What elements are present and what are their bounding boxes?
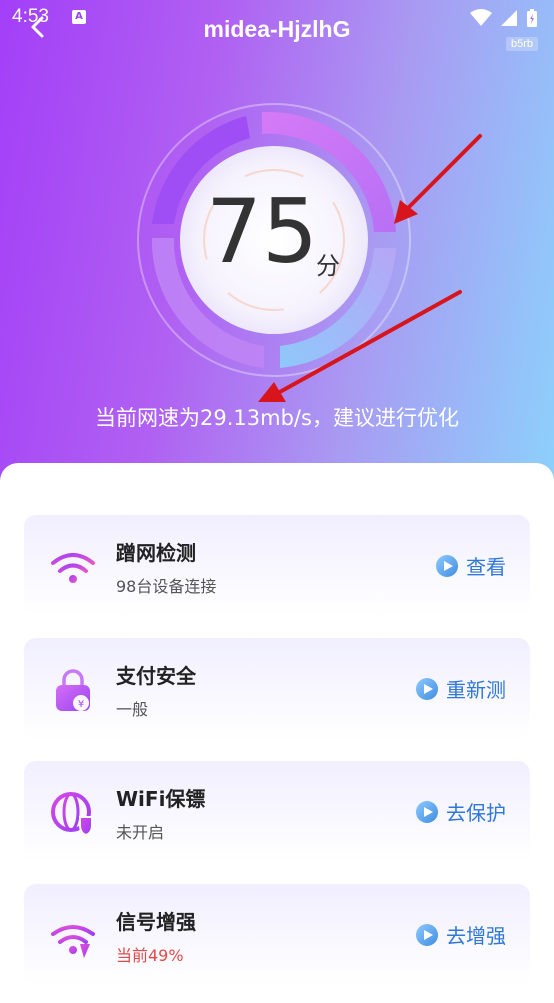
boost-button[interactable]: 去增强	[416, 920, 506, 949]
play-icon	[416, 923, 438, 946]
card-title: WiFi保镖	[116, 787, 206, 811]
retest-button[interactable]: 重新测	[416, 674, 506, 703]
score-display: 75 分	[182, 138, 372, 328]
score-value: 75	[206, 180, 318, 283]
action-label: 去保护	[446, 801, 506, 825]
protect-button[interactable]: 去保护	[416, 797, 506, 826]
card-subtitle: 一般	[116, 700, 149, 719]
lock-icon: ¥	[56, 669, 90, 711]
globe-shield-icon	[51, 792, 93, 837]
card-connection-check[interactable]: 蹭网检测 98台设备连接 查看	[24, 515, 530, 617]
action-label: 重新测	[446, 678, 506, 702]
card-title: 支付安全	[116, 664, 196, 688]
svg-text:¥: ¥	[78, 699, 84, 710]
view-button[interactable]: 查看	[436, 551, 506, 580]
card-wifi-guard[interactable]: WiFi保镖 未开启 去保护	[24, 761, 530, 863]
card-subtitle: 未开启	[116, 823, 165, 842]
action-label: 查看	[466, 555, 506, 579]
card-subtitle: 98台设备连接	[116, 577, 217, 596]
play-icon	[416, 800, 438, 823]
signal-boost-icon	[51, 925, 95, 958]
card-subtitle: 当前49%	[116, 946, 184, 965]
hero-background: 4:53 A midea-HjzlhG b5rb 75 分 当前网速为29.13…	[0, 0, 554, 500]
arrow-annotation-1	[406, 134, 482, 210]
card-signal-boost[interactable]: 信号增强 当前49% 去增强	[24, 884, 530, 986]
features-panel: 蹭网检测 98台设备连接 查看 ¥ 支付安全 一般 重新测 WiFi保镖 未开启…	[0, 463, 554, 1003]
speed-advice: 当前网速为29.13mb/s，建议进行优化	[95, 406, 459, 430]
score-unit: 分	[316, 252, 340, 280]
play-icon	[436, 554, 458, 577]
wifi-icon	[51, 553, 95, 583]
card-title: 信号增强	[116, 910, 196, 934]
corner-tag: b5rb	[505, 37, 538, 51]
card-payment-security[interactable]: ¥ 支付安全 一般 重新测	[24, 638, 530, 740]
action-label: 去增强	[446, 924, 506, 948]
page-title: midea-HjzlhG	[203, 16, 351, 42]
play-icon	[416, 677, 438, 700]
card-title: 蹭网检测	[116, 541, 196, 565]
